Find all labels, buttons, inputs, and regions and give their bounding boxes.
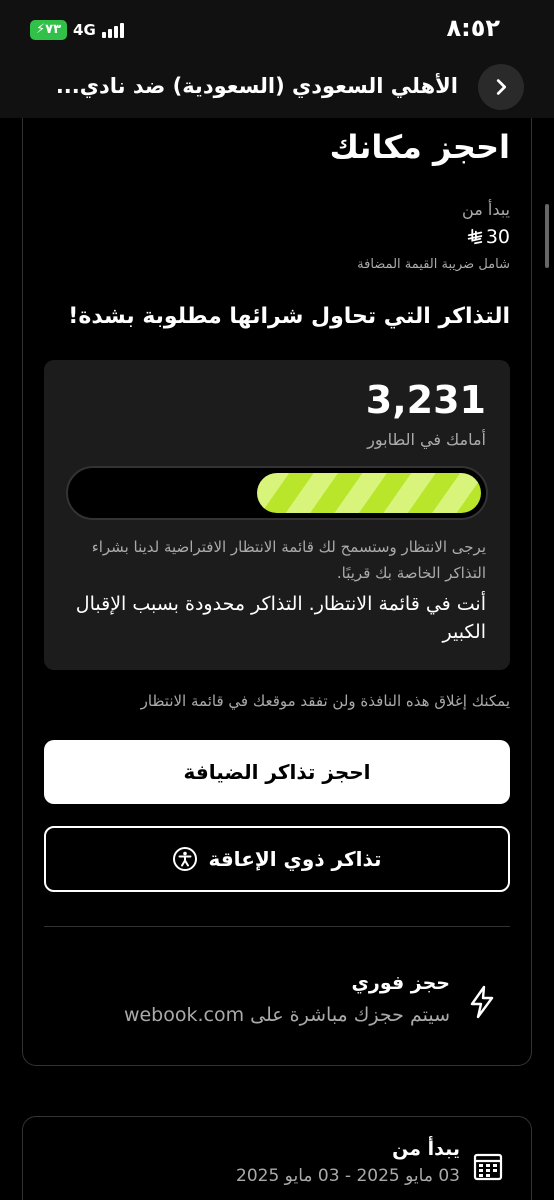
date-starts-label: يبدأ من [392, 1138, 460, 1160]
instant-booking-title: حجز فوري [351, 972, 450, 994]
accessibility-icon [173, 847, 198, 871]
date-range: 03 مايو 2025 - 03 مايو 2025 [236, 1166, 460, 1186]
divider [44, 926, 510, 927]
queue-progress-bar [66, 466, 488, 520]
back-button[interactable] [478, 64, 524, 110]
scrollbar[interactable] [545, 204, 549, 268]
status-bar: ٨:٥٢ ⚡٧٣ 4G [0, 0, 554, 58]
status-indicators: ⚡٧٣ 4G [30, 20, 124, 40]
queue-progress-fill [257, 473, 481, 513]
accessibility-tickets-button[interactable]: تذاكر ذوي الإعاقة [44, 826, 510, 892]
top-header: الأهلي السعودي (السعودية) ضد نادي... [0, 58, 554, 118]
close-window-note: يمكنك إغلاق هذه النافذة ولن تفقد موقعك ف… [140, 692, 510, 710]
queue-ahead-label: أمامك في الطابور [367, 430, 486, 449]
hospitality-button-label: احجز تذاكر الضيافة [183, 760, 371, 784]
queue-status: أنت في قائمة الانتظار. التذاكر محدودة بس… [75, 593, 486, 643]
event-title: الأهلي السعودي (السعودية) ضد نادي... [55, 74, 458, 98]
signal-icon [101, 22, 124, 38]
queue-panel: 3,231 أمامك في الطابور يرجى الانتظار وست… [44, 360, 510, 670]
queue-count: 3,231 [365, 378, 486, 422]
price-starts-label: يبدأ من [462, 200, 510, 219]
riyal-icon [467, 228, 483, 245]
price: 30 [466, 226, 510, 248]
status-time: ٨:٥٢ [446, 14, 500, 42]
lightning-icon [470, 985, 494, 1019]
demand-heading: التذاكر التي تحاول شرائها مطلوبة بشدة! [68, 304, 510, 329]
queue-description: يرجى الانتظار وستسمح لك قائمة الانتظار ا… [91, 538, 486, 582]
price-value: 30 [485, 226, 510, 248]
calendar-icon [473, 1153, 503, 1181]
network-type: 4G [73, 21, 96, 39]
book-title: احجز مكانك [329, 128, 510, 166]
vat-note: شامل ضريبة القيمة المضافة [357, 257, 510, 272]
hospitality-tickets-button[interactable]: احجز تذاكر الضيافة [44, 740, 510, 804]
chevron-right-icon [496, 79, 507, 95]
battery-indicator: ⚡٧٣ [30, 20, 68, 40]
battery-level: ٧٣ [45, 22, 62, 37]
accessibility-button-label: تذاكر ذوي الإعاقة [208, 847, 382, 871]
instant-booking-subtitle: سيتم حجزك مباشرة على webook.com [123, 1004, 450, 1026]
